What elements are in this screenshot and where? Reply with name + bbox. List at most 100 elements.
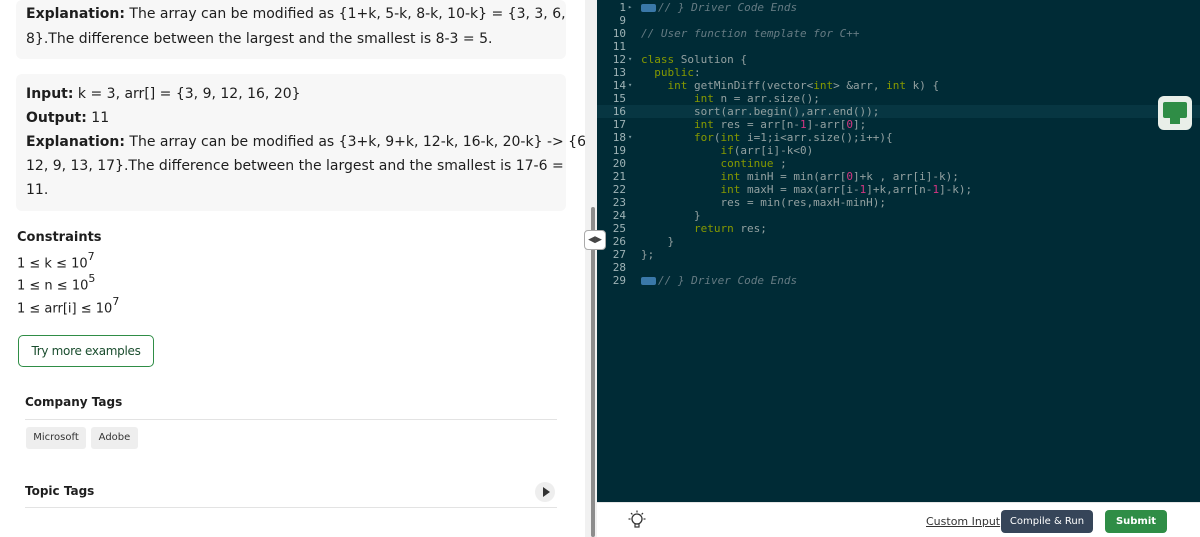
code-line[interactable]: 28: [597, 261, 1200, 274]
company-tags-title[interactable]: Company Tags: [25, 395, 122, 409]
fold-toggle-icon[interactable]: ▾: [628, 131, 632, 144]
example-2-explanation-line-3: 11.: [26, 182, 49, 198]
code-line[interactable]: 19 if(arr[i]-k<0): [597, 144, 1200, 157]
code-line[interactable]: 23 res = min(res,maxH-minH);: [597, 196, 1200, 209]
input-label: Input:: [26, 86, 74, 102]
code-line[interactable]: 17 int res = arr[n-1]-arr[0];: [597, 118, 1200, 131]
explanation-text: The array can be modified as {3+k, 9+k, …: [129, 134, 585, 150]
code-line[interactable]: 21 int minH = min(arr[0]+k , arr[i]-k);: [597, 170, 1200, 183]
example-2-input: Input: k = 3, arr[] = {3, 9, 12, 16, 20}: [26, 86, 301, 102]
line-number: 15: [612, 92, 626, 105]
lightbulb-icon[interactable]: [627, 510, 647, 530]
line-number: 28: [612, 261, 626, 274]
editor-toolbar: Custom Input Compile & Run Submit: [597, 502, 1200, 537]
code-line[interactable]: 14 ▾ int getMinDiff(vector<int> &arr, int…: [597, 79, 1200, 92]
code-line[interactable]: 15 int n = arr.size();: [597, 92, 1200, 105]
topic-tags-title[interactable]: Topic Tags: [25, 484, 94, 498]
submit-button[interactable]: Submit: [1105, 510, 1167, 533]
expand-topic-tags-icon[interactable]: [535, 482, 555, 502]
code-text: }: [641, 209, 701, 222]
code-line[interactable]: 10 // User function template for C++: [597, 27, 1200, 40]
line-number: 13: [612, 66, 626, 79]
code-text: }: [641, 235, 675, 248]
code-line[interactable]: 1 ▸ // } Driver Code Ends: [597, 1, 1200, 14]
code-text: int n = arr.size();: [693, 92, 820, 105]
code-line[interactable]: 11: [597, 40, 1200, 53]
constraint-n: 1 ≤ n ≤ 105: [17, 272, 96, 294]
constraint-exponent: 5: [88, 272, 96, 285]
company-tag-microsoft[interactable]: Microsoft: [26, 427, 86, 449]
explanation-label: Explanation:: [26, 134, 125, 150]
fold-toggle-icon[interactable]: ▾: [628, 53, 632, 66]
example-2-card: Input: k = 3, arr[] = {3, 9, 12, 16, 20}…: [16, 74, 585, 211]
code-text: int minH = min(arr[0]+k , arr[i]-k);: [720, 170, 959, 183]
example-1-explanation-line-1: Explanation: The array can be modified a…: [26, 6, 566, 22]
line-number: 11: [612, 40, 626, 53]
line-number: 10: [612, 27, 626, 40]
line-number: 23: [612, 196, 626, 209]
code-line[interactable]: 25 return res;: [597, 222, 1200, 235]
example-2-output: Output: 11: [26, 110, 109, 126]
line-number: 1: [619, 1, 626, 14]
constraint-k: 1 ≤ k ≤ 107: [17, 250, 95, 271]
folded-region-marker-icon[interactable]: [641, 277, 656, 285]
constraint-arr: 1 ≤ arr[i] ≤ 107: [17, 295, 119, 316]
example-1-card: Explanation: The array can be modified a…: [16, 0, 566, 59]
code-line[interactable]: 27};: [597, 248, 1200, 261]
constraint-text: 1 ≤ n ≤ 10: [17, 278, 89, 294]
line-number: 20: [612, 157, 626, 170]
example-2-explanation-line-2: 12, 9, 13, 17}.The difference between th…: [26, 158, 564, 174]
code-text: sort(arr.begin(),arr.end());: [641, 105, 880, 118]
code-text: // } Driver Code Ends: [641, 274, 797, 287]
problem-panel: Explanation: The array can be modified a…: [0, 0, 585, 537]
divider: [25, 507, 557, 508]
code-text: for(int i=1;i<arr.size();i++){: [693, 131, 893, 144]
gfg-logo-icon[interactable]: [1158, 96, 1192, 130]
output-value: 11: [91, 110, 110, 126]
code-line[interactable]: 18 ▾ for(int i=1;i<arr.size();i++){: [597, 131, 1200, 144]
fold-toggle-icon[interactable]: ▸: [628, 1, 632, 14]
explanation-label: Explanation:: [26, 6, 125, 22]
line-number: 29: [612, 274, 626, 287]
folded-region-marker-icon[interactable]: [641, 4, 656, 12]
left-panel-scrollbar[interactable]: [591, 207, 595, 537]
explanation-text: The array can be modified as {1+k, 5-k, …: [129, 6, 566, 22]
code-text: int maxH = max(arr[i-1]+k,arr[n-1]-k);: [720, 183, 973, 196]
divider: [25, 419, 557, 420]
panel-resize-handle-icon[interactable]: ◀▶: [584, 230, 606, 250]
line-number: 9: [619, 14, 626, 27]
line-number: 19: [612, 144, 626, 157]
line-number: 24: [612, 209, 626, 222]
input-value: k = 3, arr[] = {3, 9, 12, 16, 20}: [77, 86, 301, 102]
example-2-explanation-line-1: Explanation: The array can be modified a…: [26, 134, 585, 150]
custom-input-link[interactable]: Custom Input: [926, 515, 1000, 528]
comment-text: // User function template for C++: [641, 27, 860, 40]
try-more-examples-button[interactable]: Try more examples: [18, 335, 154, 367]
line-number: 21: [612, 170, 626, 183]
code-line[interactable]: 13 public:: [597, 66, 1200, 79]
line-number: 14: [612, 79, 626, 92]
example-1-explanation-line-2: 8}.The difference between the largest an…: [26, 31, 493, 47]
fold-toggle-icon[interactable]: ▾: [628, 79, 632, 92]
code-text: class Solution {: [641, 53, 747, 66]
code-line[interactable]: 24 }: [597, 209, 1200, 222]
code-editor[interactable]: 1 ▸ // } Driver Code Ends 9 10 // User functi…: [597, 0, 1200, 502]
code-text: int res = arr[n-1]-arr[0];: [693, 118, 867, 131]
comment-text: // } Driver Code Ends: [658, 274, 798, 287]
code-line[interactable]: 26 }: [597, 235, 1200, 248]
code-line[interactable]: 29 // } Driver Code Ends: [597, 274, 1200, 287]
company-tag-adobe[interactable]: Adobe: [91, 427, 138, 449]
code-line[interactable]: 16 sort(arr.begin(),arr.end());: [597, 105, 1200, 118]
code-line[interactable]: 20 continue ;: [597, 157, 1200, 170]
code-text: // User function template for C++: [641, 27, 860, 40]
code-text: public:: [654, 66, 701, 79]
code-line[interactable]: 22 int maxH = max(arr[i-1]+k,arr[n-1]-k)…: [597, 183, 1200, 196]
code-text: // } Driver Code Ends: [641, 1, 797, 14]
constraint-exponent: 7: [87, 250, 95, 263]
code-line[interactable]: 12 ▾ class Solution {: [597, 53, 1200, 66]
code-text: if(arr[i]-k<0): [720, 144, 814, 157]
line-number: 18: [612, 131, 626, 144]
code-text: res = min(res,maxH-minH);: [641, 196, 887, 209]
compile-run-button[interactable]: Compile & Run: [1001, 510, 1093, 533]
code-line[interactable]: 9: [597, 14, 1200, 27]
